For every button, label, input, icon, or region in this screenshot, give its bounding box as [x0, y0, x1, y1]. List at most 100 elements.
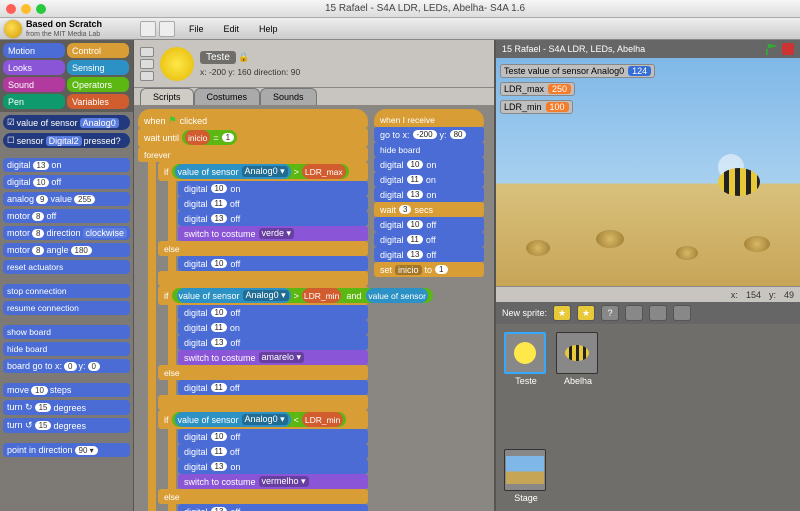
cat-sensing[interactable]: Sensing [67, 60, 129, 75]
lang-icon[interactable] [140, 21, 156, 37]
blk-motor-angle[interactable]: motor 8 angle 180 [3, 243, 130, 257]
blk-set-inicio[interactable]: set inicio to 1 [374, 262, 484, 277]
blk-d11-on[interactable]: digital 11 on [178, 320, 368, 335]
blk-hide-board[interactable]: hide board [374, 142, 484, 157]
view-present[interactable] [140, 71, 154, 81]
blk-d10-off[interactable]: digital 10 off [178, 256, 368, 271]
zoom-button[interactable] [36, 4, 46, 14]
blk-turn-r[interactable]: turn ↻ 15 degrees [3, 400, 130, 415]
blk-d11-on-r[interactable]: digital 11 on [374, 172, 484, 187]
blk-d10-off-r[interactable]: digital 10 off [374, 217, 484, 232]
blk-if2[interactable]: if value of sensor Analog0 ▾ > LDR_min a… [158, 286, 368, 305]
green-flag-button[interactable] [766, 43, 778, 55]
tab-costumes[interactable]: Costumes [194, 88, 261, 105]
blk-else3[interactable]: else [158, 489, 368, 504]
blk-d13-off-r[interactable]: digital 13 off [374, 247, 484, 262]
blk-move-steps[interactable]: move 10 steps [3, 383, 130, 397]
blk-else1[interactable]: else [158, 241, 368, 256]
blk-board-goto[interactable]: board go to x: 0 y: 0 [3, 359, 130, 373]
blk-cost-verde[interactable]: switch to costume verde ▾ [178, 226, 368, 241]
hat-receive[interactable]: when I receive [374, 109, 484, 127]
close-button[interactable] [6, 4, 16, 14]
import-sprite-button[interactable]: ★ [577, 305, 595, 321]
cat-operators[interactable]: Operators [67, 77, 129, 92]
hay-icon [744, 236, 770, 252]
blk-stop-conn[interactable]: stop connection [3, 284, 130, 298]
blk-if3[interactable]: if value of sensor Analog0 ▾ < LDR_min [158, 410, 368, 429]
hat-flag[interactable]: when ⚑ clicked [138, 109, 368, 128]
blk-d11-off-3[interactable]: digital 11 off [178, 444, 368, 459]
cat-looks[interactable]: Looks [3, 60, 65, 75]
blk-reset[interactable]: reset actuators [3, 260, 130, 274]
blk-analog-value[interactable]: analog 9 value 255 [3, 192, 130, 206]
save-icon[interactable] [159, 21, 175, 37]
blk-d10-off-3[interactable]: digital 10 off [178, 429, 368, 444]
minimize-button[interactable] [21, 4, 31, 14]
blk-hide-board[interactable]: hide board [3, 342, 130, 356]
menu-file[interactable]: File [181, 22, 212, 36]
cat-variables[interactable]: Variables [67, 94, 129, 109]
blk-value-of-sensor[interactable]: ☑ value of sensor Analog0 [3, 115, 130, 130]
monitor-ldr-min[interactable]: LDR_min100 [500, 100, 573, 114]
blk-wait-until[interactable]: wait until inicio = 1 [138, 128, 368, 147]
blk-d11-off-r[interactable]: digital 11 off [374, 232, 484, 247]
blk-d13-off-3[interactable]: digital 13 off [178, 504, 368, 511]
sprite-name-field[interactable]: Teste [200, 51, 236, 64]
cat-sound[interactable]: Sound [3, 77, 65, 92]
stage-canvas[interactable]: Teste value of sensor Analog0124 LDR_max… [496, 58, 800, 286]
stop-button[interactable] [782, 43, 794, 55]
ns-btn-6[interactable] [673, 305, 691, 321]
surprise-sprite-button[interactable]: ? [601, 305, 619, 321]
monitor-ldr-max[interactable]: LDR_max250 [500, 82, 575, 96]
sprite-thumb-icon [160, 47, 194, 81]
menu-help[interactable]: Help [251, 22, 286, 36]
blk-if1[interactable]: if value of sensor Analog0 ▾ > LDR_max [158, 162, 368, 181]
blk-turn-l[interactable]: turn ↺ 15 degrees [3, 418, 130, 433]
blk-show-board[interactable]: show board [3, 325, 130, 339]
blk-resume-conn[interactable]: resume connection [3, 301, 130, 315]
blk-wait3[interactable]: wait 3 secs [374, 202, 484, 217]
blk-d13-off[interactable]: digital 13 off [178, 211, 368, 226]
ns-btn-4[interactable] [625, 305, 643, 321]
blk-d11-off[interactable]: digital 11 off [178, 196, 368, 211]
ns-btn-5[interactable] [649, 305, 667, 321]
bee-sprite-icon[interactable] [700, 158, 760, 200]
tab-sounds[interactable]: Sounds [260, 88, 317, 105]
blk-d11-off-2[interactable]: digital 11 off [178, 380, 368, 395]
blk-digital-on[interactable]: digital 13 on [3, 158, 130, 172]
cat-pen[interactable]: Pen [3, 94, 65, 109]
blk-cost-amarelo[interactable]: switch to costume amarelo ▾ [178, 350, 368, 365]
menu-edit[interactable]: Edit [216, 22, 248, 36]
blk-digital-off[interactable]: digital 10 off [3, 175, 130, 189]
greenflag-icon: ⚑ [169, 115, 177, 126]
blk-sensor-pressed[interactable]: ☐ sensor Digital2 pressed? [3, 133, 130, 148]
script-stack-main[interactable]: when ⚑ clicked wait until inicio = 1 for… [138, 109, 368, 511]
blk-point-dir[interactable]: point in direction 90 ▾ [3, 443, 130, 457]
cat-control[interactable]: Control [67, 43, 129, 58]
blk-motor-off[interactable]: motor 8 off [3, 209, 130, 223]
view-large[interactable] [140, 59, 154, 69]
blk-d13-on-3[interactable]: digital 13 on [178, 459, 368, 474]
blk-goto[interactable]: go to x: -200 y: 80 [374, 127, 484, 142]
blk-d13-off-2[interactable]: digital 13 off [178, 335, 368, 350]
cat-motion[interactable]: Motion [3, 43, 65, 58]
blk-else2[interactable]: else [158, 365, 368, 380]
hay-icon [676, 246, 698, 260]
blk-d10-on[interactable]: digital 10 on [178, 181, 368, 196]
blk-d13-on-r[interactable]: digital 13 on [374, 187, 484, 202]
blk-d10-on-r[interactable]: digital 10 on [374, 157, 484, 172]
blk-cost-vermelho[interactable]: switch to costume vermelho ▾ [178, 474, 368, 489]
sprite-item-teste[interactable]: Teste [504, 332, 548, 386]
paint-sprite-button[interactable]: ★ [553, 305, 571, 321]
script-stack-receive[interactable]: when I receive go to x: -200 y: 80 hide … [374, 109, 484, 277]
monitor-analog0[interactable]: Teste value of sensor Analog0124 [500, 64, 655, 78]
sprite-item-stage[interactable]: Stage [504, 449, 548, 503]
script-area[interactable]: when ⚑ clicked wait until inicio = 1 for… [134, 105, 494, 511]
lock-icon[interactable]: 🔒 [238, 52, 249, 62]
tab-scripts[interactable]: Scripts [140, 88, 194, 105]
sprite-item-abelha[interactable]: Abelha [556, 332, 600, 386]
view-small[interactable] [140, 47, 154, 57]
blk-motor-dir[interactable]: motor 8 direction clockwise [3, 226, 130, 240]
blk-d10-off-2[interactable]: digital 10 off [178, 305, 368, 320]
blk-forever[interactable]: forever [138, 147, 368, 162]
